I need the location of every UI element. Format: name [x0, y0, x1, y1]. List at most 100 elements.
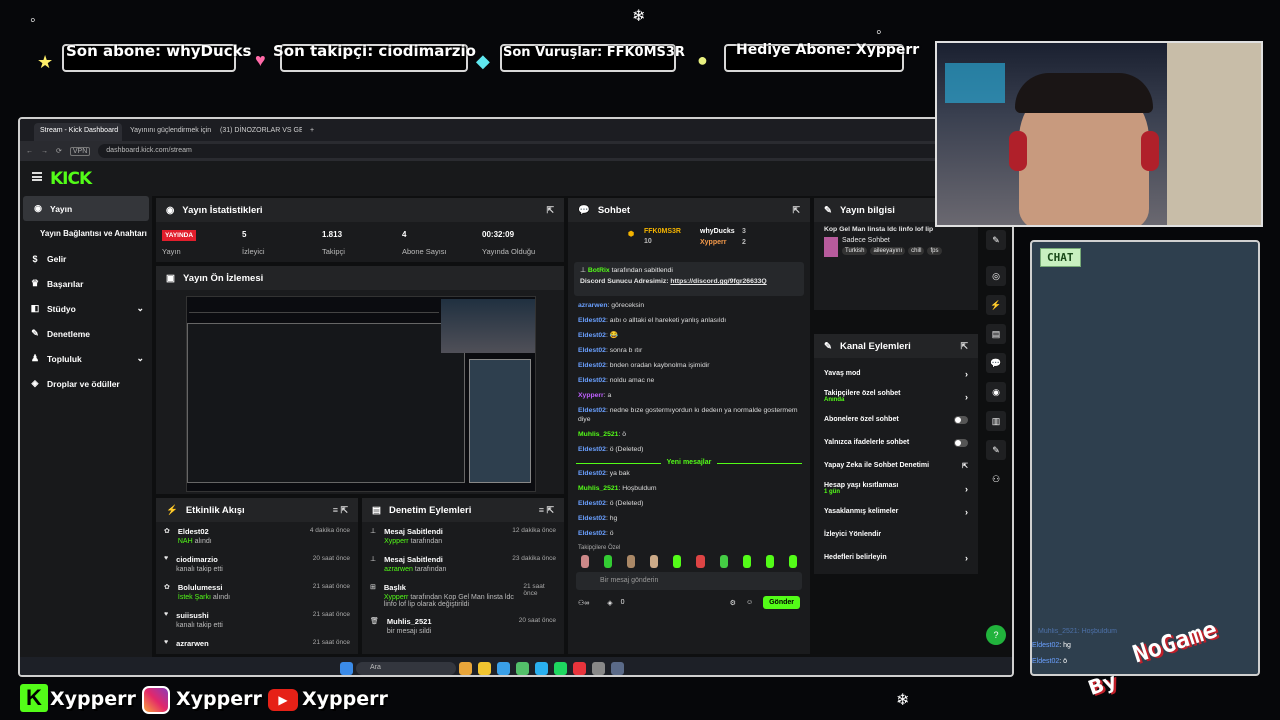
sidebar-item-achievements[interactable]: ♛ Başarılar — [20, 271, 152, 296]
emote-icon[interactable] — [673, 555, 682, 568]
steam-icon[interactable] — [611, 661, 624, 675]
edit-tool-icon[interactable]: ✎ — [986, 230, 1006, 250]
channel-action-row[interactable]: Yalnızca ifadelerle sohbet — [814, 431, 978, 454]
toggle-switch[interactable] — [954, 415, 968, 424]
taskbar-search[interactable]: Ara — [356, 661, 456, 675]
kick-logo[interactable]: KICK — [50, 169, 92, 189]
channel-action-row[interactable]: Yasaklanmış kelimeler › — [814, 500, 978, 523]
filter-icon[interactable]: ≡ ⇱ — [539, 505, 554, 516]
channel-action-row[interactable]: Yapay Zeka ile Sohbet Denetimi ⇱ — [814, 454, 978, 477]
headset-icon — [1009, 131, 1027, 171]
sidebar-item-revenue[interactable]: $ Gelir — [20, 246, 152, 271]
channel-action-row[interactable]: Takipçilere özel sohbet Anında › — [814, 385, 978, 408]
list-item: ♥ suiisushi kanalı takip etti 21 saat önce — [164, 611, 350, 629]
vpn-badge[interactable]: VPN — [69, 146, 91, 156]
bolt-tool-icon[interactable]: ⚡ — [986, 295, 1006, 315]
folder-icon[interactable] — [478, 661, 491, 675]
channel-action-row[interactable]: Hesap yaşı kısıtlaması 1 gün › — [814, 477, 978, 500]
emote-icon[interactable] — [765, 555, 774, 568]
popout-icon[interactable]: ⇱ — [546, 205, 554, 216]
chat-username[interactable]: Xypperr — [578, 392, 604, 399]
toggle-switch[interactable] — [954, 438, 968, 447]
emote-icon[interactable] — [719, 555, 728, 568]
gear-icon[interactable]: ⚙ — [730, 599, 736, 607]
chat-username[interactable]: Eldest02 — [578, 500, 606, 507]
windows-start-icon[interactable] — [340, 661, 353, 675]
app-icon[interactable] — [516, 661, 529, 675]
sidebar-item-stream[interactable]: ◉ Yayın — [23, 196, 149, 221]
wrench-tool-icon[interactable]: ✎ — [986, 440, 1006, 460]
chat-username[interactable]: Eldest02 — [578, 530, 606, 537]
last-hit-text: Son Vuruşlar: FFK0MS3R — [503, 45, 685, 60]
reload-icon[interactable]: ⟳ — [56, 147, 62, 155]
sparkle-icon: ◦ — [30, 12, 36, 29]
chat-message: Eldest02: sonra b ıtır — [578, 347, 643, 354]
tab-youtube[interactable]: (31) DİNOZORLAR VS GE — [214, 123, 302, 141]
users-icon[interactable]: ⚇∞ — [578, 599, 589, 607]
help-icon[interactable]: ? — [986, 625, 1006, 645]
chat-username[interactable]: Muhlis_2521 — [578, 485, 618, 492]
new-tab-button[interactable]: + — [304, 123, 320, 141]
chat-username[interactable]: Muhlis_2521 — [578, 431, 618, 438]
emote-icon[interactable] — [696, 555, 705, 568]
signal-tool-icon[interactable]: ◉ — [986, 382, 1006, 402]
tab-boost[interactable]: Yayınını güçlendirmek için — [124, 123, 212, 141]
back-icon[interactable]: ← — [26, 148, 33, 155]
headset-icon — [1141, 131, 1159, 171]
gift-icon[interactable]: ◈ — [607, 599, 612, 607]
menu-icon[interactable] — [32, 172, 42, 181]
chat-username[interactable]: Eldest02 — [578, 362, 606, 369]
stat-uptime: 00:32:09 Yayında Olduğu — [482, 230, 536, 256]
opera-icon[interactable] — [573, 661, 586, 675]
sidebar-item-stream-key[interactable]: Yayın Bağlantısı ve Anahtarı — [20, 221, 152, 246]
sidebar-item-studio[interactable]: ◧ Stüdyo ⌄ — [20, 296, 152, 321]
broadcast-icon: ◉ — [166, 204, 175, 216]
channel-action-row[interactable]: Yavaş mod › — [814, 362, 978, 385]
spotify-icon[interactable] — [554, 661, 567, 675]
url-input[interactable]: dashboard.kick.com/stream — [98, 144, 979, 158]
chat-tool-icon[interactable]: 💬 — [986, 353, 1006, 373]
filter-icon[interactable]: ≡ ⇱ — [333, 505, 348, 516]
emote-icon[interactable] — [581, 555, 590, 568]
clipboard-tool-icon[interactable]: ▤ — [986, 324, 1006, 344]
chat-input[interactable]: Bir mesaj gönderin — [576, 572, 802, 590]
popout-icon[interactable]: ⇱ — [960, 341, 968, 352]
app-icon[interactable] — [459, 661, 472, 675]
stream-preview[interactable] — [186, 296, 536, 492]
target-tool-icon[interactable]: ◎ — [986, 266, 1006, 286]
chat-username[interactable]: Eldest02 — [578, 515, 606, 522]
app-icon[interactable] — [535, 661, 548, 675]
chat-username[interactable]: Eldest02 — [578, 347, 606, 354]
panel-tool-icon[interactable]: ▥ — [986, 411, 1006, 431]
chat-username[interactable]: Eldest02 — [578, 332, 606, 339]
forward-icon[interactable]: → — [41, 148, 48, 155]
send-button[interactable]: Gönder — [763, 596, 800, 609]
emote-picker-icon[interactable]: ☺ — [746, 599, 753, 606]
chat-username[interactable]: Eldest02 — [578, 317, 606, 324]
channel-action-row[interactable]: Abonelere özel sohbet — [814, 408, 978, 431]
emote-icon[interactable] — [627, 555, 636, 568]
sidebar-item-moderation[interactable]: ✎ Denetleme — [20, 321, 152, 346]
chat-username[interactable]: Eldest02 — [578, 377, 606, 384]
chat-username[interactable]: Eldest02 — [578, 446, 606, 453]
emote-icon[interactable] — [742, 555, 751, 568]
discord-link[interactable]: https://discord.gg/9fgr26633Q — [670, 278, 766, 285]
channel-action-row[interactable]: İzleyici Yönlendir — [814, 523, 978, 546]
sidebar-item-community[interactable]: ♟ Topluluk ⌄ — [20, 346, 152, 371]
popout-icon[interactable]: ⇱ — [792, 205, 800, 216]
app-icon[interactable] — [592, 661, 605, 675]
chat-username[interactable]: azrarwen — [578, 302, 607, 309]
emote-icon[interactable] — [650, 555, 659, 568]
sidebar-item-drops[interactable]: ◈ Droplar ve ödüller — [20, 371, 152, 396]
chat-username[interactable]: Eldest02 — [578, 470, 606, 477]
emote-icon[interactable] — [604, 555, 613, 568]
emote-icon[interactable] — [788, 555, 797, 568]
channel-action-row[interactable]: Hedefleri belirleyin › — [814, 546, 978, 569]
chevron-right-icon: › — [965, 368, 968, 379]
tab-kick-dashboard[interactable]: Stream - Kick Dashboard — [34, 123, 122, 141]
chat-text: aıbı o alltaki el hareketi yanlış anlası… — [609, 317, 727, 324]
chat-message: Xypperr: a — [578, 392, 612, 399]
edge-icon[interactable] — [497, 661, 510, 675]
users-tool-icon[interactable]: ⚇ — [986, 469, 1006, 489]
chat-username[interactable]: Eldest02 — [578, 407, 606, 414]
